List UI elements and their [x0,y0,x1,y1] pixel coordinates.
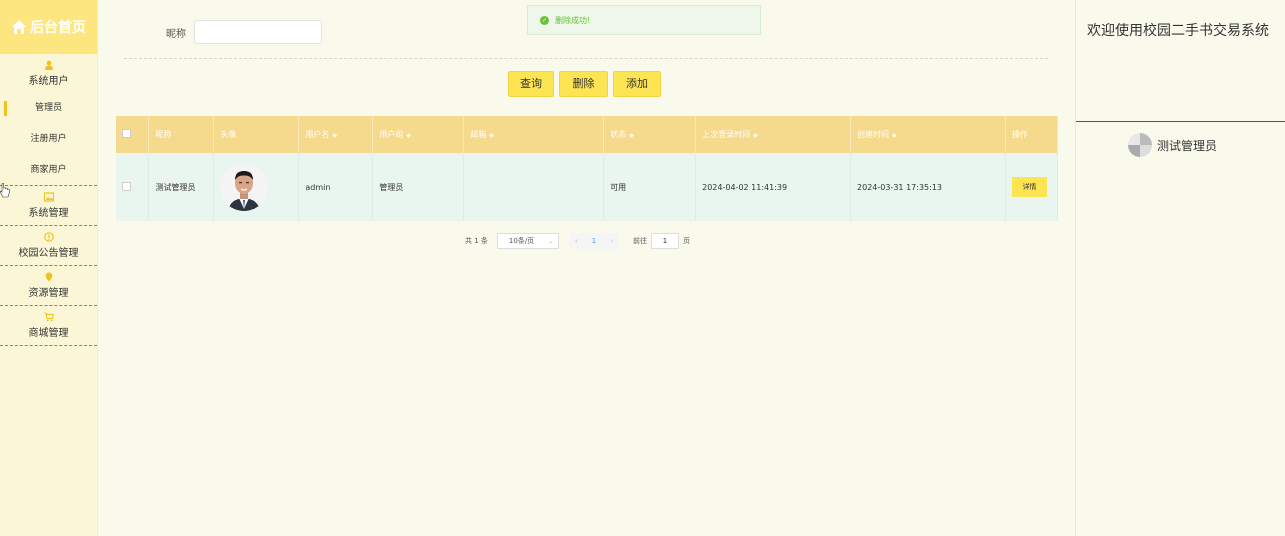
welcome-title: 欢迎使用校园二手书交易系统 [1087,23,1269,39]
search-row: 昵称 [166,20,322,44]
row-checkbox[interactable] [122,181,131,191]
col-email[interactable]: 邮箱 ◆ [463,116,605,153]
cell-username: admin [298,153,374,221]
home-link[interactable]: 后台首页 [0,0,97,54]
user-icon [44,60,53,70]
location-pin-icon [45,272,52,282]
cell-email [463,153,605,221]
toast-message: 删除成功! [555,15,591,25]
user-avatar-icon [1128,133,1152,157]
row-select-cell [116,153,150,221]
success-toast: ✓ 删除成功! [527,5,761,35]
sidebar-item-admins[interactable]: 管理员 [0,93,97,124]
pagination: 共 1 条 10条/页 ⌄ ‹ 1 › 前往 1 页 [465,233,690,249]
menu-resource-management-label: 资源管理 [28,288,69,299]
col-created[interactable]: 创建时间 ◆ [850,116,1006,153]
info-circle-icon [43,232,54,242]
goto-page-input[interactable]: 1 [651,233,679,249]
prev-page-icon[interactable]: ‹ [575,237,578,245]
col-actions: 操作 [1005,116,1059,153]
next-page-icon[interactable]: › [610,237,613,245]
current-user-name: 测试管理员 [1157,138,1218,153]
cell-created: 2024-03-31 17:35:13 [850,153,1006,221]
detail-button[interactable]: 详情 [1011,177,1047,197]
col-nickname: 昵称 [148,116,215,153]
cell-actions: 详情 [1005,153,1059,221]
table-header-row: 昵称 头像 用户名 ◆ 用户组 ◆ 邮箱 ◆ 状态 ◆ 上次登录时间 ◆ 创建时间 ◆ 操作 [116,116,1059,153]
query-button[interactable]: 查询 [508,71,554,97]
check-circle-icon: ✓ [540,15,549,25]
hand-cursor-icon [0,183,10,198]
col-avatar: 头像 [213,116,300,153]
chevron-down-icon: ⌄ [548,237,555,245]
sort-icon[interactable]: ◆ [892,132,897,139]
page-nav: ‹ 1 › [568,233,619,249]
sort-icon[interactable]: ◆ [406,132,411,139]
total-count: 共 1 条 [465,237,488,245]
select-all-checkbox[interactable] [122,129,131,138]
right-panel: 欢迎使用校园二手书交易系统 测试管理员 [1075,0,1285,536]
menu-system-management[interactable]: 系统管理 [0,186,97,226]
picture-icon [43,192,54,202]
sidebar-item-registered-users[interactable]: 注册用户 [0,124,97,155]
sort-icon[interactable]: ◆ [489,132,494,139]
current-user[interactable]: 测试管理员 [1128,133,1217,157]
brand-label: 后台首页 [30,20,86,36]
avatar [220,163,269,211]
right-divider [1076,121,1285,122]
menu-campus-notice[interactable]: 校园公告管理 [0,226,97,266]
cell-avatar [213,153,300,221]
sort-icon[interactable]: ◆ [332,132,337,139]
delete-button[interactable]: 删除 [559,71,608,97]
goto-label: 前往 [633,237,647,245]
sidebar-item-merchant-users[interactable]: 商家用户 [0,155,97,186]
menu-system-users[interactable]: 系统用户 [0,54,97,93]
cell-last-login: 2024-04-02 11:41:39 [695,153,852,221]
users-table: 昵称 头像 用户名 ◆ 用户组 ◆ 邮箱 ◆ 状态 ◆ 上次登录时间 ◆ 创建时间 ◆ 操作… [116,116,1059,221]
table-row: 测试管理员 admin 管理员 可用 2024-04-02 11:41:39 2… [116,153,1059,221]
menu-shop-management[interactable]: 商城管理 [0,306,97,346]
cell-group: 管理员 [372,153,465,221]
home-icon [12,20,26,34]
col-group[interactable]: 用户组 ◆ [372,116,465,153]
sort-icon[interactable]: ◆ [753,132,758,139]
page-number[interactable]: 1 [592,237,596,245]
menu-resource-management[interactable]: 资源管理 [0,266,97,306]
col-status[interactable]: 状态 ◆ [603,116,697,153]
page-size-select[interactable]: 10条/页 ⌄ [496,233,559,249]
menu-shop-management-label: 商城管理 [28,328,69,339]
nickname-label: 昵称 [166,28,186,40]
col-username[interactable]: 用户名 ◆ [298,116,374,153]
menu-system-management-label: 系统管理 [28,208,69,219]
menu-system-users-label: 系统用户 [28,76,69,87]
cell-nickname: 测试管理员 [148,153,215,221]
nickname-input[interactable] [194,20,322,44]
page-suffix: 页 [683,237,690,245]
col-last-login[interactable]: 上次登录时间 ◆ [695,116,852,153]
sidebar: 后台首页 系统用户 管理员 注册用户 商家用户 系统管理 校园公告管理 资源管理… [0,0,98,536]
cart-icon [44,312,54,322]
select-all-cell [116,116,150,153]
add-button[interactable]: 添加 [613,71,661,97]
cell-status: 可用 [603,153,697,221]
menu-campus-notice-label: 校园公告管理 [18,248,79,259]
divider [124,58,1048,59]
sort-icon[interactable]: ◆ [629,132,634,139]
